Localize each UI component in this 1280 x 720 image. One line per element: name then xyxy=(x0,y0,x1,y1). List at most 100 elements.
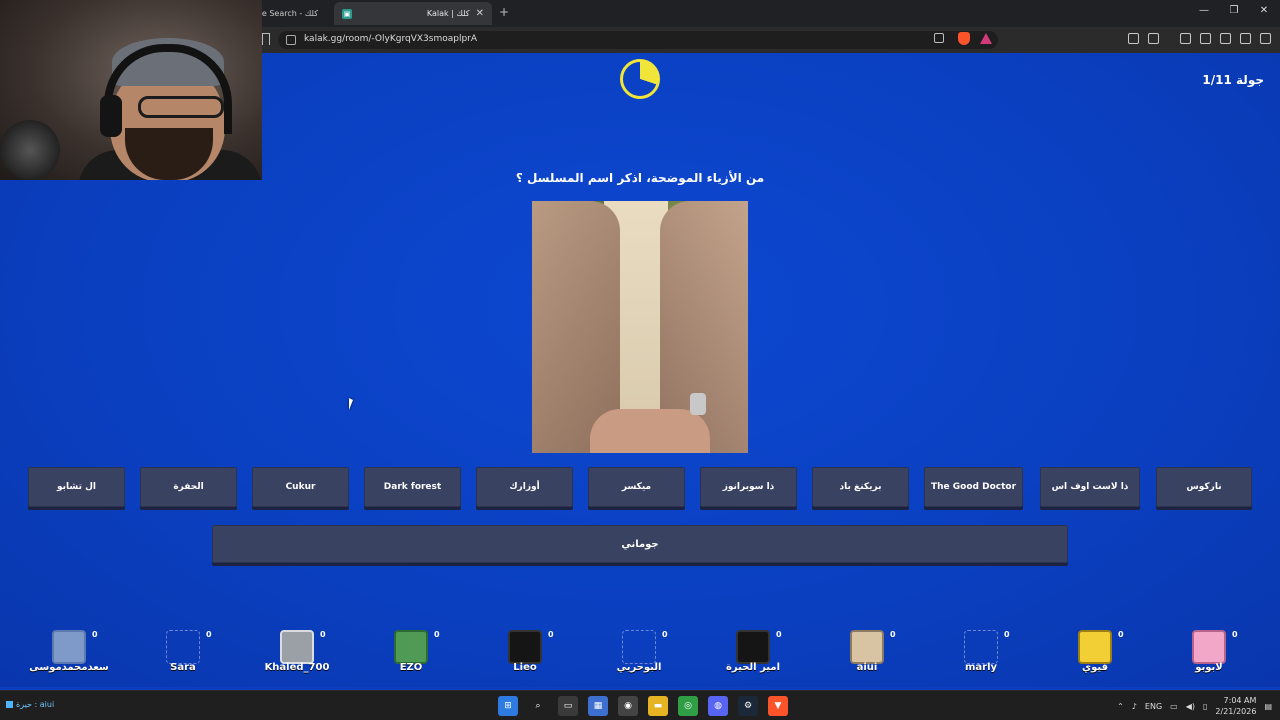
avatar xyxy=(508,630,542,664)
clock[interactable]: 7:04 AM 2/21/2026 xyxy=(1215,695,1256,717)
player-score: 0 xyxy=(890,630,896,639)
player-card: 0 aiui xyxy=(812,618,922,688)
webcam-overlay xyxy=(0,0,262,180)
player-name: فيوي xyxy=(1081,662,1109,673)
extensions-icon[interactable] xyxy=(1128,33,1139,44)
new-tab-icon[interactable]: + xyxy=(499,5,509,19)
start-icon[interactable]: ⊞ xyxy=(498,696,518,716)
network-icon[interactable]: ▭ xyxy=(1170,702,1178,711)
menu-icon[interactable] xyxy=(1260,33,1271,44)
player-name: Lieo xyxy=(513,662,537,673)
stream-ticker: حيرة : aiui xyxy=(6,700,54,709)
bookmark-icon[interactable] xyxy=(262,33,270,45)
player-score: 0 xyxy=(92,630,98,639)
brave-shields-icon[interactable] xyxy=(958,32,970,45)
timer-icon xyxy=(620,59,660,99)
share-icon[interactable] xyxy=(934,33,944,43)
search-icon[interactable]: ⌕ xyxy=(528,696,548,716)
address-bar[interactable]: kalak.gg/room/-OlyKgrqVX3smoaplprA xyxy=(278,31,998,49)
reader-icon[interactable] xyxy=(1200,33,1211,44)
chrome-icon[interactable]: ◎ xyxy=(678,696,698,716)
mouse-cursor xyxy=(349,398,353,410)
file-explorer-icon[interactable]: ▬ xyxy=(648,696,668,716)
answer-button[interactable]: ذا لاست اوف اس xyxy=(1040,467,1140,507)
answer-button[interactable]: بريكنغ باد xyxy=(812,467,909,507)
steam-icon[interactable]: ⚙ xyxy=(738,696,758,716)
answer-button[interactable]: ميكسر xyxy=(588,467,685,507)
brave-browser-icon[interactable]: ▼ xyxy=(768,696,788,716)
avatar xyxy=(52,630,86,664)
store-icon[interactable]: ▦ xyxy=(588,696,608,716)
restore-icon[interactable]: ❐ xyxy=(1224,5,1244,16)
avatar xyxy=(964,630,998,664)
player-name: البوحريي xyxy=(616,662,662,673)
microphone-icon[interactable]: ♪ xyxy=(1132,702,1137,711)
avatar xyxy=(622,630,656,664)
ticker-text: حيرة : aiui xyxy=(16,700,55,709)
photo-watch xyxy=(690,393,706,415)
address-text: kalak.gg/room/-OlyKgrqVX3smoaplprA xyxy=(304,34,478,44)
volume-icon[interactable]: ◀) xyxy=(1186,702,1195,711)
avatar xyxy=(280,630,314,664)
close-window-icon[interactable]: ✕ xyxy=(1254,5,1274,16)
vpn-icon[interactable] xyxy=(1240,33,1251,44)
avatar xyxy=(850,630,884,664)
player-name: لابوبو xyxy=(1195,662,1223,673)
tab-kalak[interactable]: ▣ Kalak | كلك ✕ xyxy=(334,2,492,25)
ticker-icon xyxy=(6,701,13,708)
discord-icon[interactable]: ◍ xyxy=(708,696,728,716)
webcam-earcup xyxy=(100,95,122,137)
player-score: 0 xyxy=(548,630,554,639)
tab-close-icon[interactable]: ✕ xyxy=(476,8,484,19)
player-name: سعدمحمدموسى xyxy=(29,662,109,673)
player-card: 0 البوحريي xyxy=(584,618,694,688)
brave-rewards-icon[interactable] xyxy=(980,33,992,44)
answer-button[interactable]: The Good Doctor xyxy=(924,467,1023,507)
answer-button[interactable]: ال تشابو xyxy=(28,467,125,507)
answer-button[interactable]: Dark forest xyxy=(364,467,461,507)
answer-button[interactable]: ذا سوبرانوز xyxy=(700,467,797,507)
system-tray: ⌃ ♪ ENG ▭ ◀) ▯ 7:04 AM 2/21/2026 ▤ xyxy=(1117,695,1272,717)
site-settings-icon[interactable] xyxy=(286,35,296,45)
answer-button[interactable]: الحفرة xyxy=(140,467,237,507)
battery-icon[interactable]: ▯ xyxy=(1203,702,1207,711)
round-label: جولة xyxy=(1236,73,1264,87)
avatar xyxy=(166,630,200,664)
language-indicator[interactable]: ENG xyxy=(1145,702,1162,711)
player-card: 0 فيوي xyxy=(1040,618,1150,688)
question-text: من الأزياء الموضحة، اذكر اسم المسلسل ؟ xyxy=(515,171,765,185)
photo-hands xyxy=(590,409,710,453)
kalak-favicon-icon: ▣ xyxy=(342,8,352,19)
player-score: 0 xyxy=(776,630,782,639)
wallet-icon[interactable] xyxy=(1148,33,1159,44)
avatar xyxy=(736,630,770,664)
tray-chevron-icon[interactable]: ⌃ xyxy=(1117,702,1124,711)
player-score: 0 xyxy=(320,630,326,639)
notifications-icon[interactable]: ▤ xyxy=(1264,702,1272,711)
task-view-icon[interactable]: ▭ xyxy=(558,696,578,716)
avatar xyxy=(1192,630,1226,664)
obs-icon[interactable]: ◉ xyxy=(618,696,638,716)
avatar xyxy=(1078,630,1112,664)
player-score: 0 xyxy=(662,630,668,639)
answer-button[interactable]: أوزارك xyxy=(476,467,573,507)
taskbar-apps: ⊞ ⌕ ▭ ▦ ◉ ▬ ◎ ◍ ⚙ ▼ xyxy=(498,696,788,716)
leo-ai-icon[interactable] xyxy=(1220,33,1231,44)
player-name: EZO xyxy=(399,662,423,673)
player-score: 0 xyxy=(206,630,212,639)
minimize-icon[interactable]: — xyxy=(1194,5,1214,16)
clock-time: 7:04 AM xyxy=(1223,696,1257,705)
player-score: 0 xyxy=(1232,630,1238,639)
round-value: 1/11 xyxy=(1202,73,1232,87)
answer-button[interactable]: ناركوس xyxy=(1156,467,1252,507)
player-card: 0 Sara xyxy=(128,618,238,688)
player-name: marly xyxy=(964,662,998,673)
player-name: امير الحيرة xyxy=(726,662,780,673)
answer-button[interactable]: Cukur xyxy=(252,467,349,507)
player-name: aiui xyxy=(856,662,878,673)
webcam-glasses xyxy=(138,96,224,118)
tab-label: Kalak | كلك xyxy=(426,9,470,18)
sidebar-icon[interactable] xyxy=(1180,33,1191,44)
player-card: 0 سعدمحمدموسى xyxy=(14,618,124,688)
answer-button-wide[interactable]: جوماني xyxy=(212,525,1068,563)
